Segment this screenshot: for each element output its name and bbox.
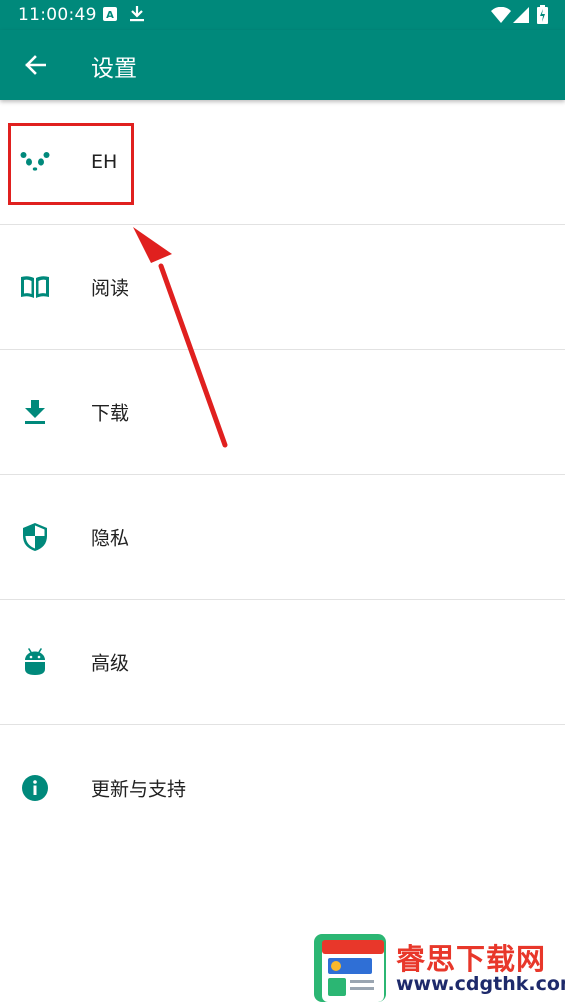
- annotation-highlight-box: [8, 123, 134, 205]
- settings-item-label: 隐私: [91, 527, 130, 550]
- settings-list: EH 阅读 下载 隐私 高级 更新与支持: [0, 100, 565, 850]
- download-notification-icon: [130, 6, 144, 26]
- settings-item-label: 下载: [91, 402, 130, 425]
- status-bar: 11:00:49 A: [0, 0, 565, 30]
- watermark-logo: [314, 934, 386, 1002]
- watermark-url: www.cdgthk.com: [396, 973, 565, 995]
- settings-item-update-support[interactable]: 更新与支持: [0, 725, 565, 850]
- settings-item-read[interactable]: 阅读: [0, 225, 565, 350]
- settings-item-download[interactable]: 下载: [0, 350, 565, 475]
- arrow-back-icon: [25, 55, 46, 75]
- book-icon: [20, 272, 50, 302]
- watermark-title: 睿思下载网: [396, 942, 547, 976]
- settings-item-label: 阅读: [91, 277, 130, 300]
- shield-icon: [20, 522, 50, 552]
- status-time: 11:00:49: [18, 5, 97, 25]
- signal-icon: [513, 7, 529, 27]
- page-title: 设置: [91, 56, 137, 82]
- info-icon: [20, 773, 50, 803]
- settings-item-label: 更新与支持: [91, 778, 187, 800]
- wifi-icon: [491, 6, 511, 27]
- settings-item-privacy[interactable]: 隐私: [0, 475, 565, 600]
- download-icon: [20, 397, 50, 427]
- svg-text:A: A: [106, 10, 114, 21]
- settings-item-advanced[interactable]: 高级: [0, 600, 565, 725]
- watermark: 睿思下载网 www.cdgthk.com: [310, 928, 565, 1004]
- a-notification-icon: A: [103, 6, 117, 25]
- back-button[interactable]: [14, 44, 56, 86]
- settings-item-label: 高级: [91, 652, 130, 675]
- app-bar: 设置: [0, 30, 565, 100]
- battery-charging-icon: [537, 5, 548, 28]
- android-icon: [20, 647, 50, 677]
